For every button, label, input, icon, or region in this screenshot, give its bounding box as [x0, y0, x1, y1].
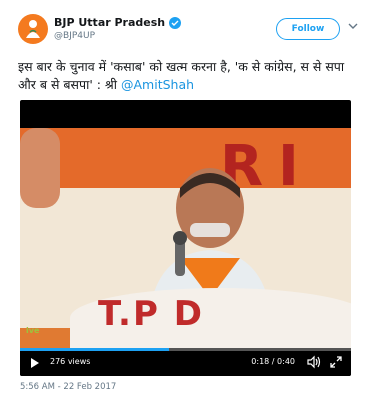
- podium-banner: T.P D: [98, 294, 204, 334]
- tweet-text: इस बार के चुनाव में 'कसाब' को खत्म करना …: [18, 58, 363, 94]
- tweet-timestamp[interactable]: 5:56 AM - 22 Feb 2017: [20, 382, 116, 392]
- speaker-figure: [150, 168, 270, 308]
- video-time: 0:18 / 0:40: [251, 357, 295, 366]
- view-count: 276 views: [50, 357, 91, 366]
- tweet-header: BJP Uttar Pradesh @BJP4UP Follow: [18, 14, 358, 50]
- play-icon[interactable]: [30, 357, 40, 369]
- lotus-logo-icon: [26, 20, 40, 38]
- video-player[interactable]: R I T.P D ive 276 views 0:18 / 0:40: [20, 100, 351, 376]
- account-name[interactable]: BJP Uttar Pradesh: [54, 16, 165, 29]
- mention-link[interactable]: @AmitShah: [121, 77, 194, 92]
- video-frame[interactable]: R I T.P D: [20, 128, 351, 348]
- chevron-down-icon[interactable]: [348, 22, 358, 30]
- fullscreen-icon[interactable]: [330, 356, 342, 368]
- progress-fill: [20, 348, 169, 351]
- video-controls: 276 views 0:18 / 0:40: [20, 348, 351, 376]
- backdrop-letter: I: [278, 134, 299, 199]
- volume-icon[interactable]: [307, 355, 321, 369]
- raised-hand: [20, 128, 60, 208]
- tweet-card: BJP Uttar Pradesh @BJP4UP Follow इस बार …: [0, 0, 372, 400]
- progress-bar[interactable]: [20, 348, 351, 351]
- verified-icon: [169, 16, 182, 29]
- account-handle[interactable]: @BJP4UP: [54, 31, 95, 41]
- avatar[interactable]: [18, 14, 48, 44]
- channel-watermark: ive: [26, 326, 40, 335]
- follow-button[interactable]: Follow: [276, 18, 340, 40]
- account-name-row[interactable]: BJP Uttar Pradesh: [54, 16, 182, 29]
